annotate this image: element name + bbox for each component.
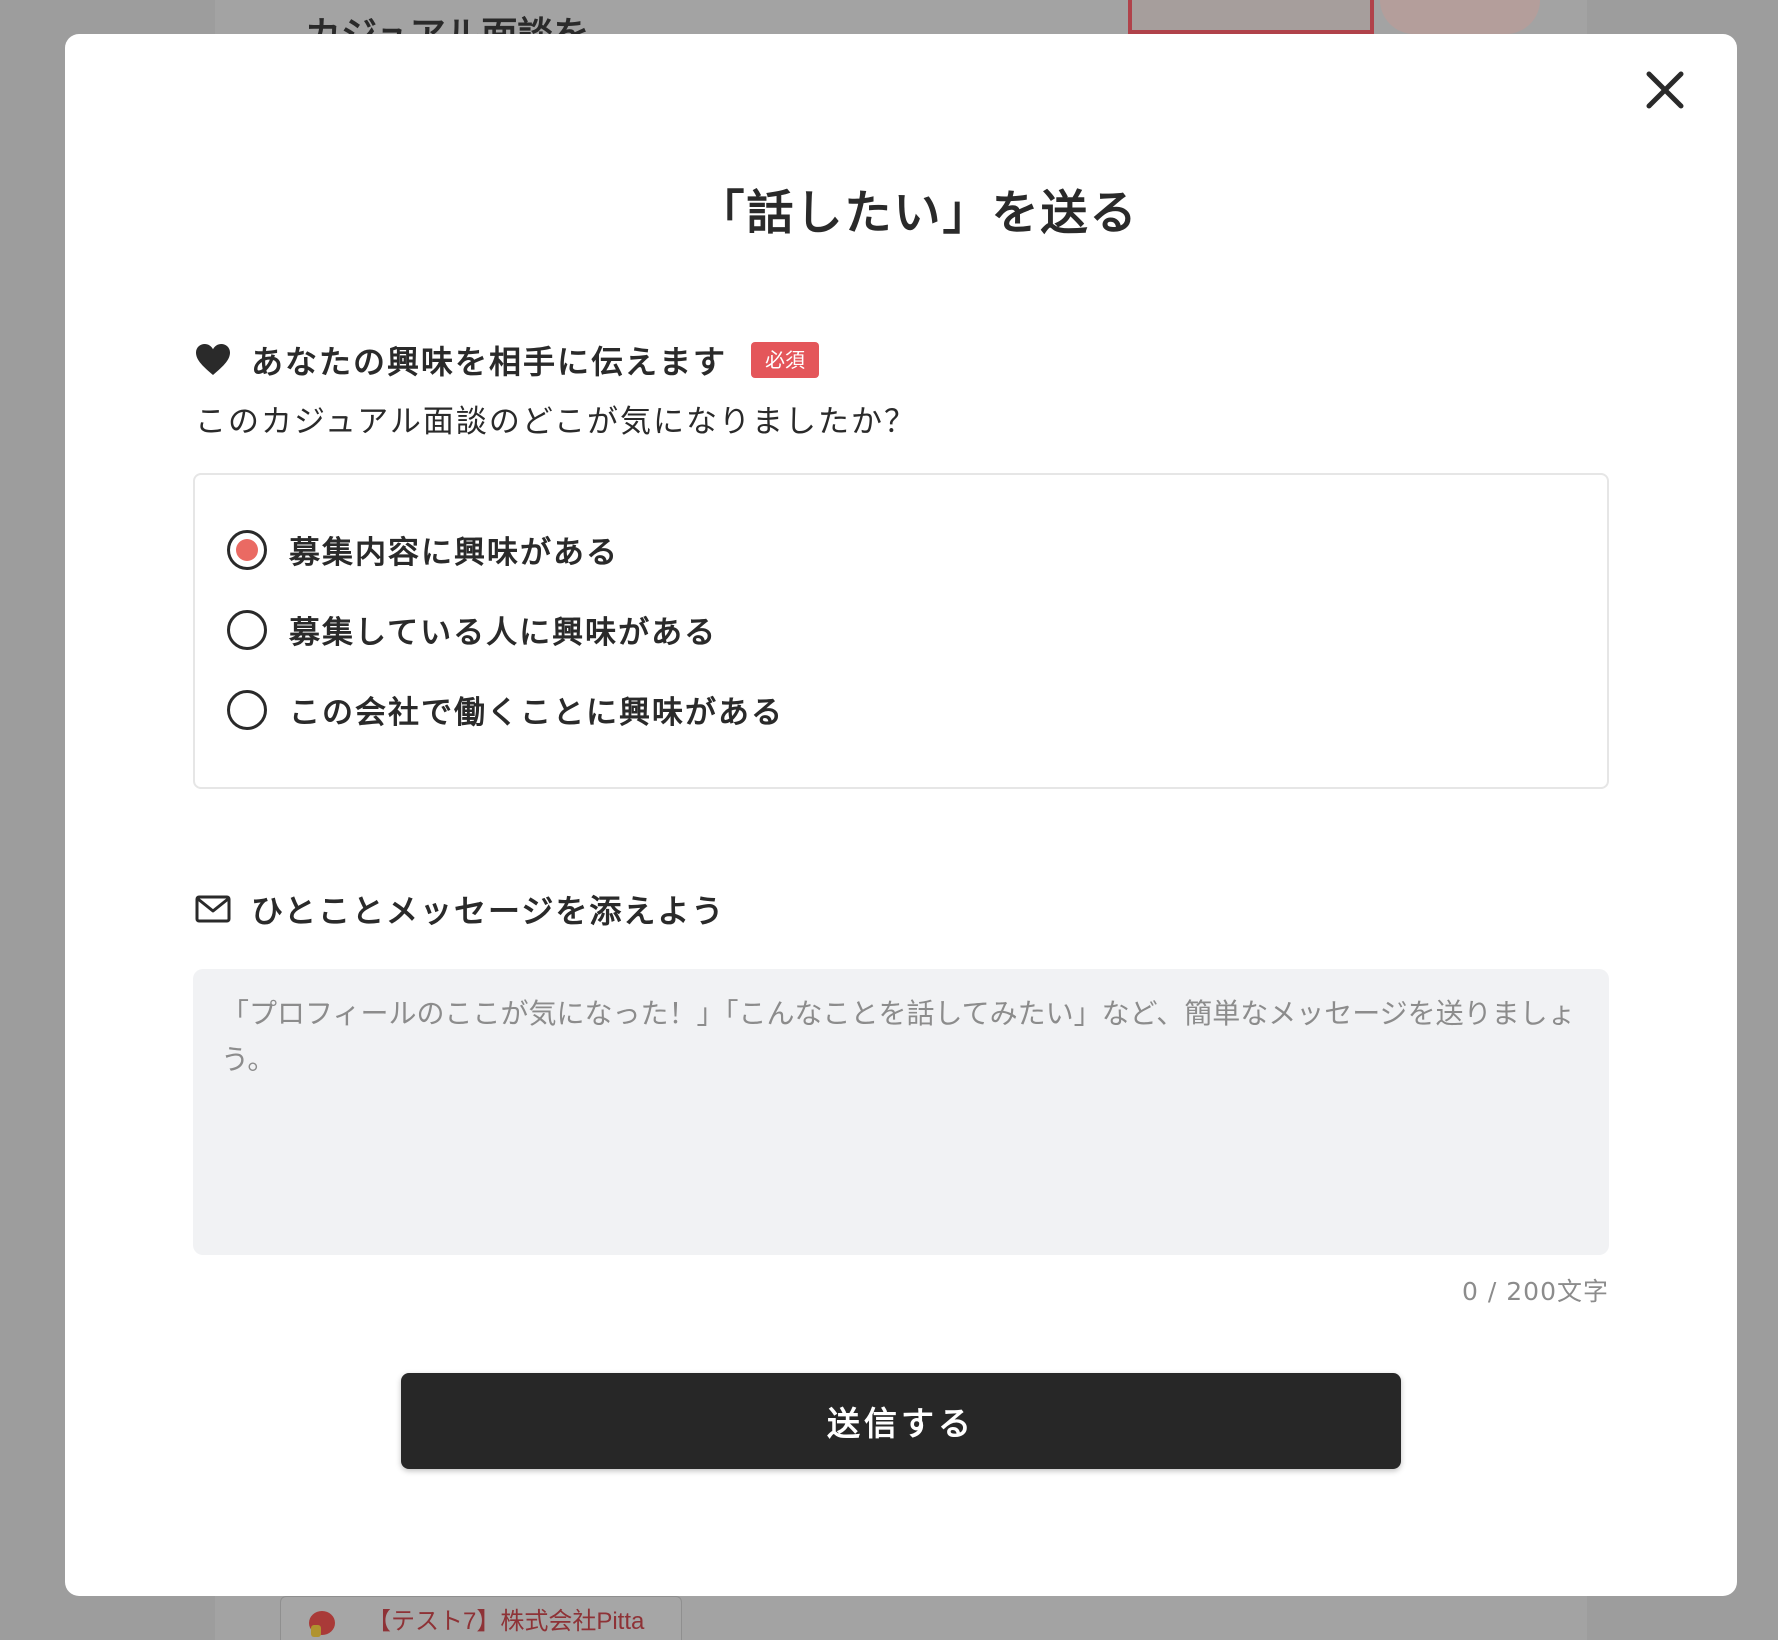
character-counter: 0 / 200文字 — [1462, 1277, 1609, 1306]
close-icon — [1646, 71, 1684, 109]
interest-section-header: あなたの興味を相手に伝えます 必須 — [195, 337, 820, 383]
required-badge: 必須 — [751, 342, 820, 378]
radio-button[interactable] — [227, 689, 267, 730]
modal-title: 「話したい」を送る — [697, 186, 1139, 241]
interest-question: このカジュアル面談のどこが気になりましたか？ — [195, 404, 917, 440]
company-logo-accent — [311, 1625, 321, 1637]
message-section-header: ひとことメッセージを添えよう — [195, 886, 725, 932]
message-textarea[interactable] — [193, 969, 1609, 1255]
mail-icon — [195, 894, 231, 924]
background-heading: カジュアル面談を — [305, 15, 590, 36]
radio-label: 募集している人に興味がある — [289, 615, 718, 651]
interest-options-group: 募集内容に興味がある 募集している人に興味がある この会社で働くことに興味がある — [193, 473, 1609, 789]
interest-option-company[interactable]: この会社で働くことに興味がある — [227, 687, 784, 732]
interest-label: あなたの興味を相手に伝えます — [251, 343, 728, 381]
interest-option-people[interactable]: 募集している人に興味がある — [227, 607, 717, 652]
radio-button[interactable] — [227, 609, 267, 650]
submit-button[interactable]: 送信する — [401, 1373, 1401, 1469]
message-label: ひとことメッセージを添えよう — [251, 892, 726, 930]
interest-option-recruitment[interactable]: 募集内容に興味がある — [227, 527, 619, 572]
background-card — [1128, 0, 1374, 34]
close-button[interactable] — [1637, 62, 1693, 118]
company-name: 【テスト7】株式会社Pitta — [367, 1608, 645, 1635]
radio-label: 募集内容に興味がある — [289, 535, 619, 571]
background-company-card: 【テスト7】株式会社Pitta — [280, 1596, 682, 1640]
radio-button-checked[interactable] — [227, 529, 267, 570]
heart-icon — [195, 343, 231, 377]
send-interest-modal: 「話したい」を送る あなたの興味を相手に伝えます 必須 このカジュアル面談のどこ… — [65, 34, 1737, 1596]
radio-label: この会社で働くことに興味がある — [289, 695, 784, 731]
background-decoration — [1380, 0, 1540, 34]
